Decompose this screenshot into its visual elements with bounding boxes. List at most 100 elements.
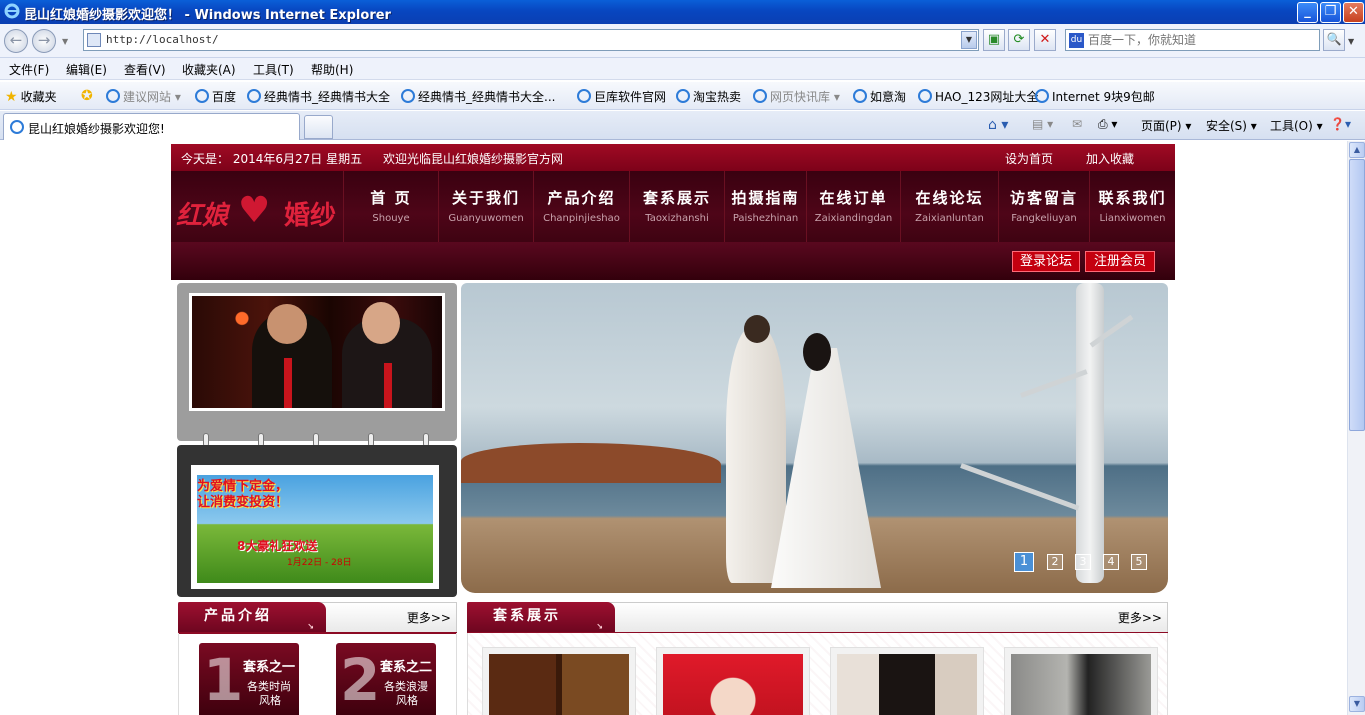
product-list: 1 套系之一 各类时尚 风格 2 套系之二 各类浪漫 风格 — [178, 633, 457, 715]
menu-view[interactable]: 查看(V) — [124, 61, 166, 78]
series-thumb[interactable] — [1004, 647, 1158, 715]
menu-tools[interactable]: 工具(T) — [253, 61, 294, 78]
nav-forum[interactable]: 在线论坛 Zaixianluntan — [900, 171, 998, 242]
ie-logo-icon — [4, 3, 20, 19]
register-button[interactable]: 注册会员 — [1085, 251, 1155, 272]
series-thumb[interactable] — [656, 647, 810, 715]
tab-bar: 昆山红娘婚纱摄影欢迎您! ⌂ ▾ ▤ ▾ ✉ ⎙ ▾ 页面(P) ▾ 安全(S)… — [0, 111, 1365, 140]
scroll-up-icon[interactable]: ▲ — [1349, 142, 1365, 158]
address-dropdown-icon[interactable]: ▼ — [961, 31, 977, 49]
nav-contact[interactable]: 联系我们 Lianxiwomen — [1089, 171, 1175, 242]
new-tab-button[interactable] — [304, 115, 333, 139]
stop-button[interactable]: ✕ — [1034, 29, 1056, 51]
scroll-thumb[interactable] — [1349, 159, 1365, 431]
menu-help[interactable]: 帮助(H) — [311, 61, 353, 78]
print-icon[interactable]: ⎙ ▾ — [1098, 117, 1117, 132]
product-card[interactable]: 2 套系之二 各类浪漫 风格 — [336, 643, 436, 715]
page-icon — [87, 33, 101, 47]
couple-photo[interactable] — [189, 293, 445, 411]
compat-view-button[interactable]: ▣ — [983, 29, 1005, 51]
login-forum-button[interactable]: 登录论坛 — [1012, 251, 1080, 272]
menu-file[interactable]: 文件(F) — [9, 61, 49, 78]
site-top-strip: 今天是： 2014年6月27日 星期五 欢迎光临昆山红娘婚纱摄影官方网 设为首页… — [171, 144, 1175, 171]
add-favorite-icon[interactable]: ✪ — [81, 88, 96, 104]
help-icon[interactable]: ❓▾ — [1330, 117, 1351, 131]
favorites-button[interactable]: ★ 收藏夹 — [5, 88, 57, 105]
ie-page-icon — [577, 89, 591, 103]
series-thumb[interactable] — [482, 647, 636, 715]
address-url[interactable]: http://localhost/ — [106, 33, 219, 46]
ie-page-icon — [106, 89, 120, 103]
home-icon[interactable]: ⌂ ▾ — [988, 117, 1008, 133]
nav-series[interactable]: 套系展示 Taoxizhanshi — [629, 171, 724, 242]
series-thumb[interactable] — [830, 647, 984, 715]
date-text: 今天是： 2014年6月27日 星期五 — [181, 152, 363, 166]
ie-page-icon — [247, 89, 261, 103]
fav-love-letters[interactable]: 经典情书_经典情书大全 — [247, 88, 390, 105]
feeds-icon[interactable]: ▤ ▾ — [1032, 117, 1053, 131]
fav-baidu[interactable]: 百度 — [195, 88, 236, 105]
search-box[interactable]: du — [1065, 29, 1320, 51]
fav-taobao[interactable]: 淘宝热卖 — [676, 88, 741, 105]
address-toolbar: ← → ▼ http://localhost/ ▼ ▣ ⟳ ✕ du 🔍 ▼ — [0, 24, 1365, 58]
back-button[interactable]: ← — [4, 29, 28, 53]
product-section-title[interactable]: 产品介绍 ↘ — [178, 602, 326, 632]
series-section-title[interactable]: 套系展示 ↘ — [467, 602, 615, 632]
search-icon[interactable]: 🔍 — [1323, 29, 1345, 51]
forward-button[interactable]: → — [32, 29, 56, 53]
vertical-scrollbar[interactable]: ▲ ▼ — [1347, 141, 1365, 715]
product-more-link[interactable]: 更多>> — [407, 609, 451, 626]
nav-home[interactable]: 首 页 Shouye — [343, 171, 438, 242]
menu-favorites[interactable]: 收藏夹(A) — [182, 61, 236, 78]
maximize-button[interactable]: ❐ — [1320, 2, 1341, 23]
tab-active[interactable]: 昆山红娘婚纱摄影欢迎您! — [3, 113, 300, 140]
menu-edit[interactable]: 编辑(E) — [66, 61, 107, 78]
slide-dot-2[interactable]: 2 — [1047, 554, 1063, 570]
promo-photo[interactable]: 为爱情下定金， 让消费变投资！ 8大豪礼狂欢送 1月22日 - 28日 — [191, 465, 439, 589]
window-title: 昆山红娘婚纱摄影欢迎您！ - Windows Internet Explorer — [24, 8, 391, 23]
site-logo[interactable]: 红娘 ♥ 婚纱 — [176, 191, 346, 236]
fav-suggested-sites[interactable]: 建议网站 ▾ — [106, 88, 181, 105]
product-card[interactable]: 1 套系之一 各类时尚 风格 — [199, 643, 299, 715]
nav-products[interactable]: 产品介绍 Chanpinjieshao — [533, 171, 629, 242]
ie-page-icon — [753, 89, 767, 103]
site-container: 今天是： 2014年6月27日 星期五 欢迎光临昆山红娘婚纱摄影官方网 设为首页… — [171, 144, 1175, 715]
fav-juku-software[interactable]: 巨库软件官网 — [577, 88, 666, 105]
product-section-header: 产品介绍 ↘ 更多>> — [178, 602, 457, 634]
history-dropdown-icon[interactable]: ▼ — [62, 37, 68, 46]
nav-about[interactable]: 关于我们 Guanyuwomen — [438, 171, 533, 242]
add-favorite-link[interactable]: 加入收藏 — [1086, 150, 1134, 167]
search-input[interactable] — [1088, 32, 1313, 48]
close-button[interactable]: ✕ — [1343, 2, 1364, 23]
slide-dot-4[interactable]: 4 — [1103, 554, 1119, 570]
nav-order[interactable]: 在线订单 Zaixiandingdan — [806, 171, 900, 242]
nav-guestbook[interactable]: 访客留言 Fangkeliuyan — [998, 171, 1089, 242]
minimize-button[interactable]: _ — [1297, 2, 1318, 23]
series-more-link[interactable]: 更多>> — [1118, 609, 1162, 626]
page-viewport: 今天是： 2014年6月27日 星期五 欢迎光临昆山红娘婚纱摄影官方网 设为首页… — [0, 141, 1348, 715]
mail-icon[interactable]: ✉ — [1072, 117, 1082, 131]
main-slideshow[interactable]: 1 2 3 4 5 — [461, 283, 1168, 593]
set-home-link[interactable]: 设为首页 — [1005, 150, 1053, 167]
ie-page-icon — [195, 89, 209, 103]
nav-guide[interactable]: 拍摄指南 Paishezhinan — [724, 171, 806, 242]
site-header: 红娘 ♥ 婚纱 首 页 Shouye 关于我们 Guanyuwomen 产品介绍 Ch… — [171, 171, 1175, 280]
page-menu[interactable]: 页面(P) ▾ — [1141, 117, 1191, 134]
logo-text-right: 婚纱 — [284, 201, 337, 231]
series-section-header: 套系展示 ↘ 更多>> — [467, 602, 1168, 634]
series-list — [467, 633, 1168, 715]
slide-dot-5[interactable]: 5 — [1131, 554, 1147, 570]
slide-dot-3[interactable]: 3 — [1075, 554, 1091, 570]
fav-hao123[interactable]: HAO_123网址大全 — [918, 88, 1038, 105]
tools-menu[interactable]: 工具(O) ▾ — [1270, 117, 1323, 134]
safety-menu[interactable]: 安全(S) ▾ — [1206, 117, 1257, 134]
slide-dot-1[interactable]: 1 — [1014, 552, 1034, 572]
scroll-down-icon[interactable]: ▼ — [1349, 696, 1365, 712]
fav-ruyitao[interactable]: 如意淘 — [853, 88, 906, 105]
fav-9kuai9[interactable]: Internet 9块9包邮 — [1035, 88, 1155, 105]
refresh-button[interactable]: ⟳ — [1008, 29, 1030, 51]
fav-web-slice[interactable]: 网页快讯库 ▾ — [753, 88, 840, 105]
address-bar[interactable]: http://localhost/ ▼ — [83, 29, 979, 51]
fav-love-letters-2[interactable]: 经典情书_经典情书大全... — [401, 88, 555, 105]
search-dropdown-icon[interactable]: ▼ — [1348, 37, 1354, 46]
